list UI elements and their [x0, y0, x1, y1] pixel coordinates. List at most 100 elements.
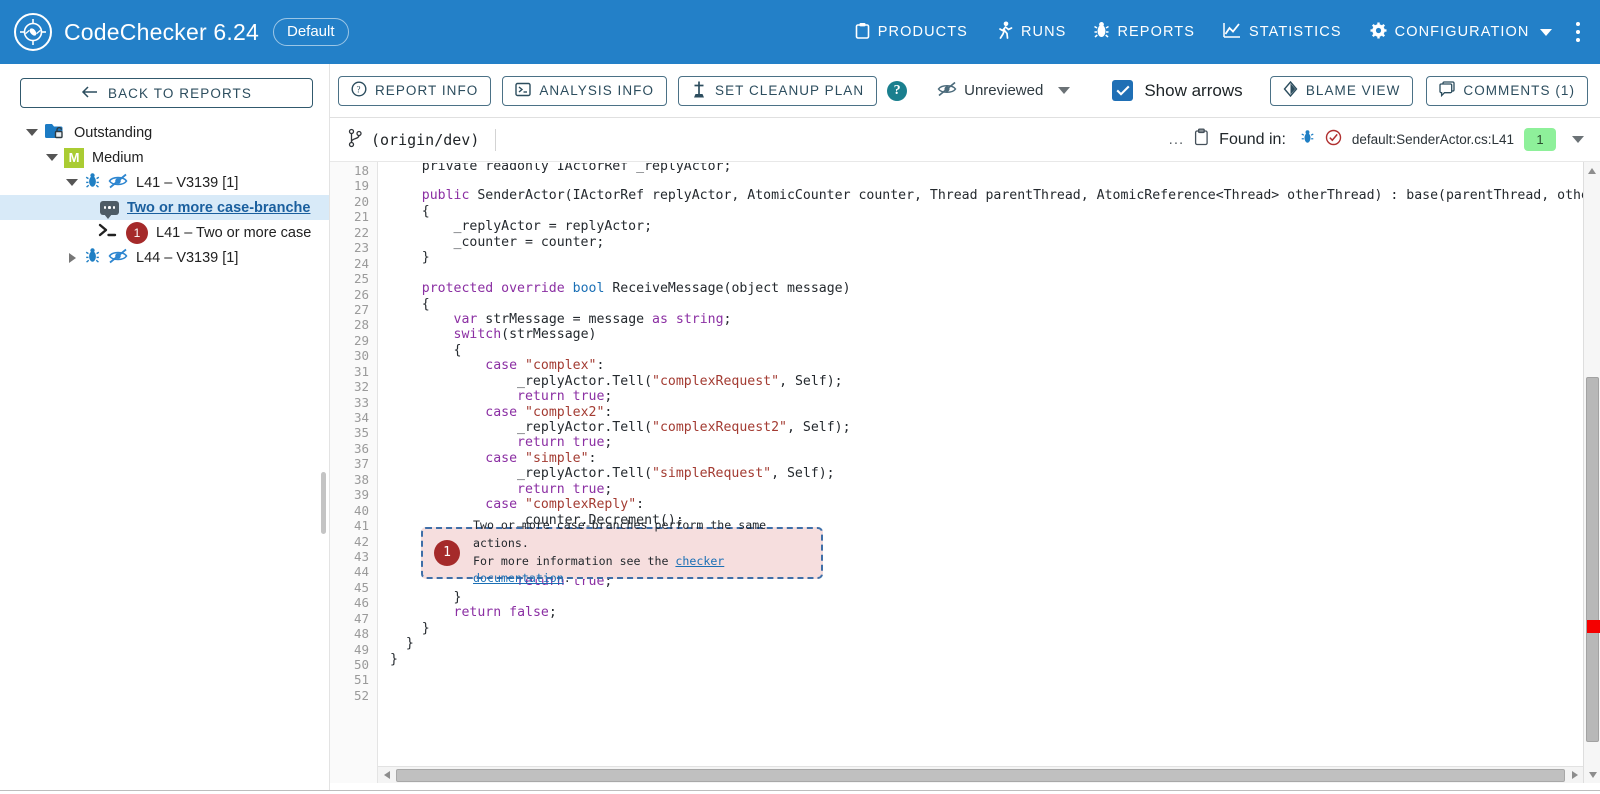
- code-line: _replyActor.Tell("simpleRequest", Self);: [378, 466, 1600, 481]
- brand-title: CodeChecker 6.24: [64, 19, 259, 46]
- report-toolbar: ? REPORT INFO ANALYSIS INFO SET CLEANUP …: [330, 64, 1600, 118]
- review-status-select[interactable]: Unreviewed: [937, 81, 1070, 101]
- code-line: [378, 173, 1600, 188]
- codechecker-logo-icon: [14, 13, 52, 51]
- brand[interactable]: CodeChecker 6.24: [14, 13, 259, 51]
- code-line: _replyActor.Tell("complexRequest2", Self…: [378, 420, 1600, 435]
- set-cleanup-plan-button[interactable]: SET CLEANUP PLAN: [678, 76, 877, 106]
- scroll-up-button[interactable]: [1584, 162, 1600, 179]
- eye-off-icon: [937, 81, 957, 101]
- expand-toggle-icon[interactable]: [60, 179, 84, 186]
- line-number: 45: [330, 580, 369, 595]
- overflow-menu-button[interactable]: [1566, 12, 1595, 53]
- code-viewer: 1819202122232425262728293031323334353637…: [330, 162, 1600, 783]
- horizontal-scrollbar-thumb[interactable]: [396, 769, 1565, 782]
- triangle-right-icon: [1572, 771, 1578, 779]
- line-number: 50: [330, 657, 369, 672]
- code-line: switch(strMessage): [378, 327, 1600, 342]
- expand-toggle-icon[interactable]: [60, 253, 84, 263]
- code-line: }: [378, 652, 1600, 667]
- code-content[interactable]: private readonly IActorRef _replyActor; …: [378, 162, 1600, 783]
- vertical-scrollbar[interactable]: [1583, 162, 1600, 783]
- nav-reports[interactable]: REPORTS: [1080, 11, 1209, 53]
- scrollbar-error-marker[interactable]: [1587, 620, 1600, 633]
- terminal-box-icon: [515, 82, 531, 100]
- nav-runs[interactable]: RUNS: [982, 11, 1081, 53]
- top-nav-items: PRODUCTS RUNS REPORTS STATISTICS: [841, 11, 1600, 53]
- line-number: 32: [330, 379, 369, 394]
- product-chip[interactable]: Default: [273, 18, 349, 46]
- code-line: protected override bool ReceiveMessage(o…: [378, 281, 1600, 296]
- chevron-down-icon[interactable]: [1572, 136, 1584, 143]
- vertical-scrollbar-thumb[interactable]: [1586, 377, 1599, 742]
- tree-item-two-or-more-case-branch-label: Two or more case-branche: [127, 200, 310, 216]
- back-to-reports-button[interactable]: BACK TO REPORTS: [20, 78, 313, 108]
- analysis-info-label: ANALYSIS INFO: [539, 83, 654, 98]
- code-line: }: [378, 621, 1600, 636]
- found-in-path[interactable]: default:SenderActor.cs:L41: [1352, 132, 1514, 147]
- code-line: {: [378, 297, 1600, 312]
- tree-item-l41-v3139[interactable]: L41 – V3139 [1]: [0, 170, 329, 195]
- branch-name: (origin/dev): [371, 131, 479, 149]
- sidebar-scrollbar-thumb[interactable]: [321, 472, 326, 534]
- scroll-right-button[interactable]: [1566, 771, 1583, 779]
- line-number: 19: [330, 178, 369, 193]
- tree-item-l41-two-or-more-case[interactable]: 1 L41 – Two or more case: [0, 220, 329, 245]
- checker-annotation-bubble[interactable]: 1 Two or more case-branches perform the …: [421, 527, 823, 579]
- line-number: 27: [330, 302, 369, 317]
- expand-toggle-icon[interactable]: [20, 129, 44, 136]
- horizontal-scrollbar[interactable]: [378, 766, 1583, 783]
- show-arrows-toggle[interactable]: Show arrows: [1112, 80, 1242, 101]
- arrow-left-icon: [81, 86, 98, 101]
- scroll-down-button[interactable]: [1584, 766, 1600, 783]
- line-number: 31: [330, 364, 369, 379]
- blame-view-button[interactable]: BLAME VIEW: [1270, 76, 1414, 106]
- tree-item-outstanding[interactable]: Outstanding: [0, 120, 329, 145]
- codechecker-app: CodeChecker 6.24 Default PRODUCTS RUNS: [0, 0, 1600, 794]
- tree-item-medium-label: Medium: [92, 150, 144, 166]
- nav-statistics-label: STATISTICS: [1249, 24, 1342, 40]
- svg-text:?: ?: [356, 85, 361, 95]
- line-number: 33: [330, 395, 369, 410]
- blame-icon: [1283, 81, 1298, 100]
- comments-button[interactable]: COMMENTS (1): [1426, 76, 1588, 106]
- line-number: 38: [330, 472, 369, 487]
- line-number-gutter: 1819202122232425262728293031323334353637…: [330, 162, 378, 783]
- report-info-button[interactable]: ? REPORT INFO: [338, 76, 491, 106]
- code-line: return false;: [378, 605, 1600, 620]
- gear-icon: [1370, 22, 1387, 43]
- line-number: 18: [330, 163, 369, 178]
- line-number: 23: [330, 240, 369, 255]
- line-number: 42: [330, 534, 369, 549]
- line-number: 49: [330, 642, 369, 657]
- code-line: case "complex2":: [378, 405, 1600, 420]
- set-cleanup-plan-label: SET CLEANUP PLAN: [715, 83, 864, 98]
- ellipsis-icon[interactable]: ...: [1169, 131, 1185, 148]
- analysis-info-button[interactable]: ANALYSIS INFO: [502, 76, 667, 106]
- tree-item-medium[interactable]: M Medium: [0, 145, 329, 170]
- help-icon[interactable]: ?: [887, 81, 907, 101]
- scroll-left-button[interactable]: [378, 771, 395, 779]
- severity-medium-badge: M: [64, 148, 84, 168]
- show-arrows-label: Show arrows: [1144, 81, 1242, 101]
- line-number: 48: [330, 626, 369, 641]
- expand-toggle-icon[interactable]: [40, 154, 64, 161]
- nav-reports-label: REPORTS: [1117, 24, 1195, 40]
- kebab-dot: [1576, 38, 1581, 43]
- nav-products[interactable]: PRODUCTS: [841, 12, 982, 53]
- tree-item-l41-v3139-label: L41 – V3139 [1]: [136, 175, 238, 191]
- clipboard-copy-icon[interactable]: [1194, 128, 1209, 151]
- tree-item-l44-v3139[interactable]: L44 – V3139 [1]: [0, 245, 329, 270]
- code-line: return true;: [378, 435, 1600, 450]
- code-line: case "complex":: [378, 358, 1600, 373]
- nav-products-label: PRODUCTS: [878, 24, 968, 40]
- tree-item-l41-two-or-more-case-label: L41 – Two or more case: [156, 225, 311, 241]
- line-number: 29: [330, 333, 369, 348]
- nav-configuration[interactable]: CONFIGURATION: [1356, 12, 1566, 53]
- nav-statistics[interactable]: STATISTICS: [1209, 12, 1356, 52]
- annotation-line-2: For more information see the checker doc…: [473, 553, 821, 588]
- line-number: 21: [330, 209, 369, 224]
- tree-item-two-or-more-case-branch[interactable]: Two or more case-branche: [0, 195, 329, 220]
- window-bottom-edge: [0, 790, 1600, 794]
- triangle-left-icon: [384, 771, 390, 779]
